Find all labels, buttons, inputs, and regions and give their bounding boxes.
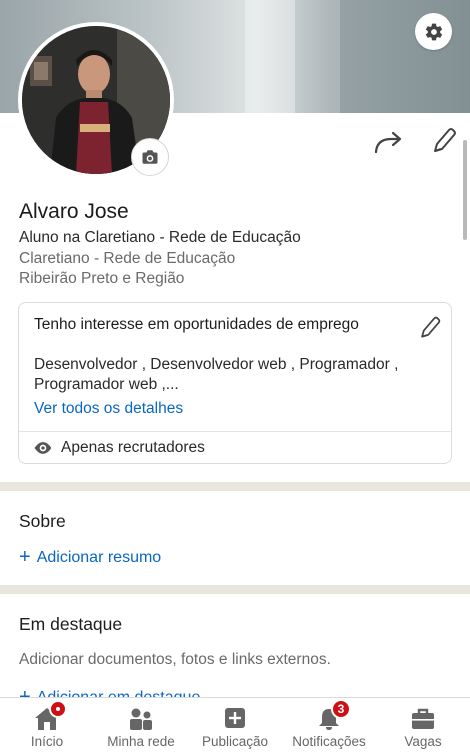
edit-open-to-work-button[interactable] — [417, 315, 441, 341]
plus-icon: + — [19, 546, 31, 568]
open-to-work-card[interactable]: Tenho interesse em oportunidades de empr… — [18, 302, 452, 464]
post-icon — [221, 706, 249, 732]
scrollbar[interactable] — [463, 140, 467, 240]
pencil-icon — [421, 316, 441, 338]
nav-home[interactable]: Início — [0, 698, 94, 753]
nav-notifications-label: Notificações — [292, 734, 366, 749]
nav-post-label: Publicação — [201, 734, 269, 749]
camera-icon — [142, 150, 158, 164]
eye-icon — [33, 440, 53, 456]
nav-my-network-label: Minha rede — [107, 734, 175, 749]
nav-home-label: Início — [30, 734, 64, 749]
home-icon — [33, 700, 67, 732]
profile-location: Ribeirão Preto e Região — [19, 270, 185, 287]
featured-section-title: Em destaque — [19, 614, 123, 634]
open-to-work-title: Tenho interesse em oportunidades de empr… — [34, 316, 359, 333]
bottom-navigation: Início Minha rede Publicação 3 Notificaç… — [0, 697, 470, 753]
change-photo-button[interactable] — [131, 138, 169, 176]
share-arrow-icon — [374, 131, 402, 154]
banner-shade — [340, 0, 470, 113]
add-summary-button[interactable]: + Adicionar resumo — [19, 546, 161, 569]
featured-description: Adicionar documentos, fotos e links exte… — [19, 651, 331, 668]
network-icon — [127, 706, 155, 732]
settings-button[interactable] — [415, 13, 452, 50]
section-separator — [0, 482, 470, 491]
profile-organization: Claretiano - Rede de Educação — [19, 250, 236, 267]
share-profile-button[interactable] — [374, 128, 404, 156]
profile-headline: Aluno na Claretiano - Rede de Educação — [19, 229, 301, 246]
bell-icon: 3 — [315, 699, 351, 732]
nav-notifications[interactable]: 3 Notificações — [282, 698, 376, 753]
nav-jobs[interactable]: Vagas — [376, 698, 470, 753]
briefcase-icon — [409, 706, 437, 732]
edit-intro-button[interactable] — [430, 126, 456, 156]
nav-jobs-label: Vagas — [404, 734, 442, 749]
pencil-icon — [434, 128, 456, 152]
banner-highlight — [245, 0, 295, 113]
open-to-work-roles: Desenvolvedor , Desenvolvedor web , Prog… — [34, 356, 399, 393]
section-separator — [0, 585, 470, 594]
visibility-label: Apenas recrutadores — [61, 439, 205, 456]
notification-dot — [49, 700, 67, 718]
nav-post[interactable]: Publicação — [188, 698, 282, 753]
nav-my-network[interactable]: Minha rede — [94, 698, 188, 753]
notifications-count-badge: 3 — [331, 699, 351, 719]
card-divider — [19, 431, 451, 432]
gear-icon — [425, 23, 442, 40]
profile-name: Alvaro Jose — [19, 200, 129, 223]
about-section-title: Sobre — [19, 511, 66, 531]
add-summary-label: Adicionar resumo — [36, 549, 162, 566]
see-all-details-link[interactable]: Ver todos os detalhes — [34, 400, 183, 418]
